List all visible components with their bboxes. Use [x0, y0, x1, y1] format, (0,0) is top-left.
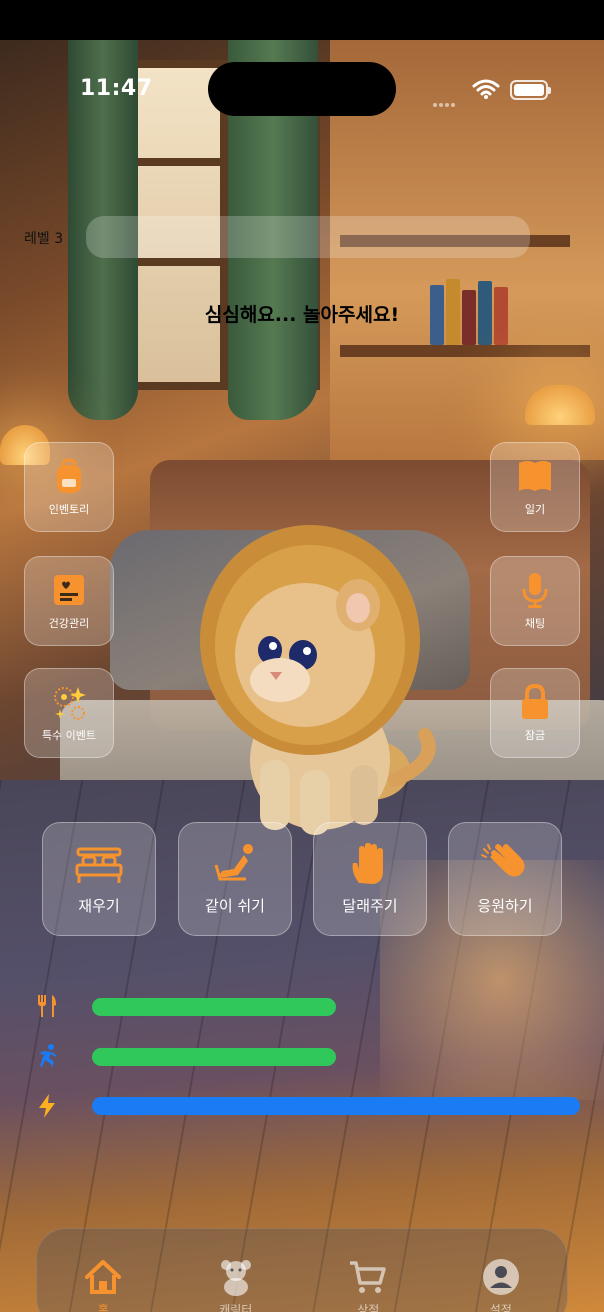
- recline-icon: [214, 843, 253, 880]
- soothe-button[interactable]: 달래주기: [313, 822, 427, 936]
- lion-character[interactable]: [190, 520, 450, 840]
- tab-settings-label: 설정: [489, 1303, 512, 1312]
- health-label: 건강관리: [48, 617, 90, 630]
- cart-icon: [350, 1261, 386, 1293]
- shelf: [340, 345, 590, 357]
- signal-icon: [433, 92, 463, 107]
- running-icon: [40, 1044, 57, 1067]
- rest-together-label: 같이 쉬기: [205, 896, 265, 915]
- tab-bar: 홈 캐릭터 상점 설정: [36, 1228, 568, 1312]
- fork-knife-icon: [38, 995, 56, 1017]
- tab-character-label: 캐릭터: [219, 1303, 253, 1312]
- diary-label: 일기: [524, 503, 546, 516]
- mood-message: 심심해요... 놀아주세요!: [204, 304, 400, 326]
- diary-button[interactable]: 일기: [490, 442, 580, 532]
- tab-home-label: 홈: [97, 1303, 109, 1312]
- health-card-icon: [54, 575, 84, 605]
- lock-button[interactable]: 잠금: [490, 668, 580, 758]
- dynamic-island: [208, 62, 396, 116]
- tab-shop-label: 상점: [357, 1303, 380, 1312]
- health-button[interactable]: 건강관리: [24, 556, 114, 646]
- soothe-label: 달래주기: [342, 896, 398, 915]
- bed-icon: [75, 847, 123, 883]
- microphone-icon: [522, 573, 548, 608]
- hand-icon: [352, 842, 383, 884]
- lock-icon: [522, 683, 548, 719]
- wifi-icon: [472, 79, 500, 99]
- battery-icon: [510, 80, 551, 100]
- clapping-hands-icon: [481, 843, 525, 877]
- teddy-bear-icon: [220, 1260, 251, 1296]
- inventory-label: 인벤토리: [48, 503, 90, 516]
- chat-label: 채팅: [524, 617, 546, 630]
- rest-together-button[interactable]: 같이 쉬기: [178, 822, 292, 936]
- sleep-label: 재우기: [78, 896, 120, 915]
- lock-label: 잠금: [524, 729, 546, 742]
- clock: 11:47: [80, 76, 153, 101]
- special-event-label: 특수 이벤트: [41, 729, 97, 742]
- energy-gauge: [92, 1097, 580, 1115]
- book-icon: [519, 461, 551, 491]
- tab-home[interactable]: 홈: [58, 1257, 148, 1312]
- cheer-button[interactable]: 응원하기: [448, 822, 562, 936]
- tab-settings[interactable]: 설정: [456, 1257, 546, 1312]
- home-icon: [85, 1260, 122, 1294]
- activity-gauge: [92, 1048, 580, 1066]
- status-bar: 11:47: [0, 40, 604, 140]
- bolt-icon: [39, 1094, 55, 1118]
- tab-shop[interactable]: 상점: [323, 1257, 413, 1312]
- cheer-label: 응원하기: [477, 896, 533, 915]
- tab-character[interactable]: 캐릭터: [191, 1257, 281, 1312]
- sparkles-icon: [54, 687, 86, 720]
- backpack-icon: [57, 458, 81, 493]
- level-label: 레벨 3: [24, 231, 64, 247]
- special-event-button[interactable]: 특수 이벤트: [24, 668, 114, 758]
- level-progress-bar: [86, 216, 530, 258]
- profile-icon: [482, 1259, 519, 1295]
- inventory-button[interactable]: 인벤토리: [24, 442, 114, 532]
- chat-button[interactable]: 채팅: [490, 556, 580, 646]
- sleep-button[interactable]: 재우기: [42, 822, 156, 936]
- food-gauge: [92, 998, 580, 1016]
